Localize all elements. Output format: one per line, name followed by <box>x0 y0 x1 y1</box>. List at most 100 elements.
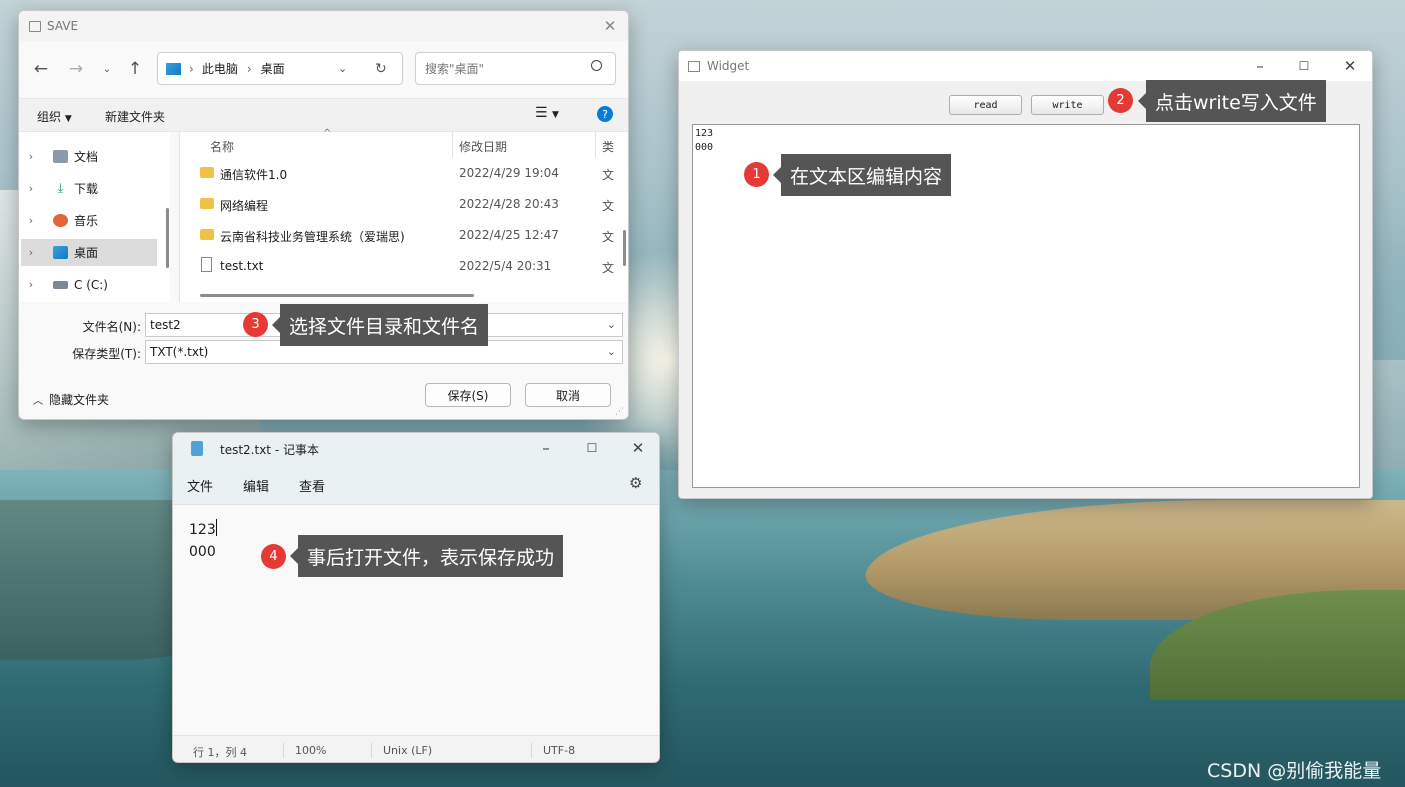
expand-chevron-icon[interactable]: › <box>21 182 41 195</box>
menu-bar: 文件 编辑 查看 ⚙ <box>173 463 659 505</box>
status-divider <box>371 743 372 758</box>
folder-icon <box>200 198 214 209</box>
navigation-bar: ← → ⌄ ↑ › 此电脑 › 桌面 ⌄ ↻ 搜索"桌面" <box>19 47 628 91</box>
expand-chevron-icon[interactable]: › <box>21 246 41 259</box>
notepad-icon <box>191 441 203 456</box>
refresh-icon[interactable]: ↻ <box>375 61 387 77</box>
step-tooltip: 选择文件目录和文件名 <box>271 304 489 346</box>
column-header-date[interactable]: 修改日期 <box>459 138 507 155</box>
read-button[interactable]: read <box>949 95 1022 115</box>
nav-item-downloads[interactable]: › ⤓ 下载 <box>21 175 157 202</box>
download-icon: ⤓ <box>57 181 64 196</box>
file-type: 文 <box>602 230 615 244</box>
file-date: 2022/4/28 20:43 <box>459 197 559 211</box>
chevron-down-icon[interactable]: ⌄ <box>607 345 616 358</box>
close-icon[interactable]: ✕ <box>1327 51 1372 81</box>
minimize-icon[interactable]: – <box>1237 51 1283 81</box>
filename-value: test2 <box>150 318 181 332</box>
minimize-icon[interactable]: – <box>523 433 569 463</box>
step-tooltip: 事后打开文件，表示保存成功 <box>289 535 564 577</box>
chevron-up-icon: ︿ <box>33 396 43 407</box>
resize-grip-icon[interactable]: ⋰ <box>615 407 624 417</box>
file-row[interactable]: 云南省科技业务管理系统（爱瑞思) 2022/4/25 12:47 文 <box>180 220 628 251</box>
command-toolbar: 组织 ▼ 新建文件夹 ☰ ▼ ? <box>19 98 628 132</box>
organize-menu[interactable]: 组织 ▼ <box>37 108 72 125</box>
status-divider <box>531 743 532 758</box>
status-bar: 行 1，列 4 100% Unix (LF) UTF-8 <box>173 735 659 762</box>
scrollbar[interactable] <box>166 208 169 268</box>
column-header-type[interactable]: 类 <box>602 138 614 155</box>
app-icon <box>29 20 41 32</box>
nav-item-documents[interactable]: › 文档 <box>21 143 157 170</box>
vertical-scrollbar[interactable] <box>623 230 626 266</box>
cancel-button[interactable]: 取消 <box>525 383 611 407</box>
encoding: UTF-8 <box>543 744 576 757</box>
step-badge: 4 <box>261 544 286 569</box>
close-icon[interactable]: ✕ <box>590 11 628 41</box>
menu-file[interactable]: 文件 <box>187 476 213 495</box>
text-file-icon <box>201 257 212 272</box>
drive-icon <box>53 280 68 289</box>
file-row[interactable]: 网络编程 2022/4/28 20:43 文 <box>180 189 628 220</box>
search-icon[interactable] <box>591 60 602 71</box>
recent-locations-chevron-icon[interactable]: ⌄ <box>95 57 119 81</box>
dropdown-arrow-icon: ▼ <box>64 114 72 124</box>
view-options-icon[interactable]: ☰ ▼ <box>535 105 559 121</box>
expand-chevron-icon[interactable]: › <box>21 278 41 291</box>
step-badge: 3 <box>243 312 268 337</box>
nav-item-desktop[interactable]: › 桌面 <box>21 239 157 266</box>
address-dropdown-icon[interactable]: ⌄ <box>338 62 347 75</box>
widget-titlebar: Widget – ☐ ✕ <box>679 51 1372 81</box>
menu-edit[interactable]: 编辑 <box>243 476 269 495</box>
watermark: CSDN @别偷我能量 <box>1207 760 1382 782</box>
file-type: 文 <box>602 199 615 213</box>
breadcrumb-separator-icon: › <box>246 61 252 76</box>
save-dialog: SAVE ✕ ← → ⌄ ↑ › 此电脑 › 桌面 ⌄ ↻ 搜索"桌面" 组织 … <box>18 10 629 420</box>
expand-chevron-icon[interactable]: › <box>21 150 41 163</box>
search-input[interactable]: 搜索"桌面" <box>415 52 616 85</box>
save-button[interactable]: 保存(S) <box>425 383 511 407</box>
save-dialog-titlebar: SAVE ✕ <box>19 11 628 41</box>
help-icon[interactable]: ? <box>597 106 613 122</box>
up-arrow-icon[interactable]: ↑ <box>123 57 147 81</box>
text-line: 000 <box>695 142 714 153</box>
window-title: test2.txt - 记事本 <box>220 443 319 457</box>
horizontal-scrollbar[interactable] <box>200 294 474 297</box>
address-bar[interactable]: › 此电脑 › 桌面 ⌄ ↻ <box>157 52 403 85</box>
column-header-name[interactable]: 名称 <box>210 138 234 155</box>
filename-label: 文件名(N): <box>82 320 141 334</box>
file-date: 2022/4/29 19:04 <box>459 166 559 180</box>
desktop-icon <box>53 246 68 259</box>
nav-item-c-drive[interactable]: › C (C:) <box>21 271 157 298</box>
app-icon <box>688 60 700 72</box>
notepad-titlebar: test2.txt - 记事本 – ☐ ✕ <box>173 433 659 463</box>
gear-icon[interactable]: ⚙ <box>629 474 642 492</box>
expand-chevron-icon[interactable]: › <box>21 214 41 227</box>
maximize-icon[interactable]: ☐ <box>569 433 615 463</box>
back-arrow-icon[interactable]: ← <box>29 57 53 81</box>
chevron-down-icon[interactable]: ⌄ <box>607 318 616 331</box>
text-line: 123 <box>189 522 216 538</box>
forward-arrow-icon[interactable]: → <box>64 57 88 81</box>
notepad-text-area[interactable]: 123 000 <box>189 519 217 563</box>
file-row[interactable]: 通信软件1.0 2022/4/29 19:04 文 <box>180 158 628 189</box>
maximize-icon[interactable]: ☐ <box>1281 51 1327 81</box>
window-title: SAVE <box>47 19 79 33</box>
hide-folders-toggle[interactable]: ︿ 隐藏文件夹 <box>33 391 109 408</box>
file-date: 2022/5/4 20:31 <box>459 259 552 273</box>
breadcrumb-desktop[interactable]: 桌面 <box>261 60 285 77</box>
file-list: ^ 名称 修改日期 类 通信软件1.0 2022/4/29 19:04 文 网络… <box>179 128 628 302</box>
nav-item-music[interactable]: › 音乐 <box>21 207 157 234</box>
file-name: 网络编程 <box>220 199 269 213</box>
sort-ascending-icon: ^ <box>323 128 332 139</box>
new-folder-button[interactable]: 新建文件夹 <box>105 108 165 125</box>
file-row[interactable]: test.txt 2022/5/4 20:31 文 <box>180 251 628 282</box>
breadcrumb-this-pc[interactable]: 此电脑 <box>202 60 238 77</box>
write-button[interactable]: write <box>1031 95 1104 115</box>
column-divider[interactable] <box>452 132 453 158</box>
file-name: 云南省科技业务管理系统（爱瑞思) <box>220 230 405 244</box>
folder-icon <box>200 167 214 178</box>
menu-view[interactable]: 查看 <box>299 476 325 495</box>
column-divider[interactable] <box>595 132 596 158</box>
close-icon[interactable]: ✕ <box>615 433 659 463</box>
